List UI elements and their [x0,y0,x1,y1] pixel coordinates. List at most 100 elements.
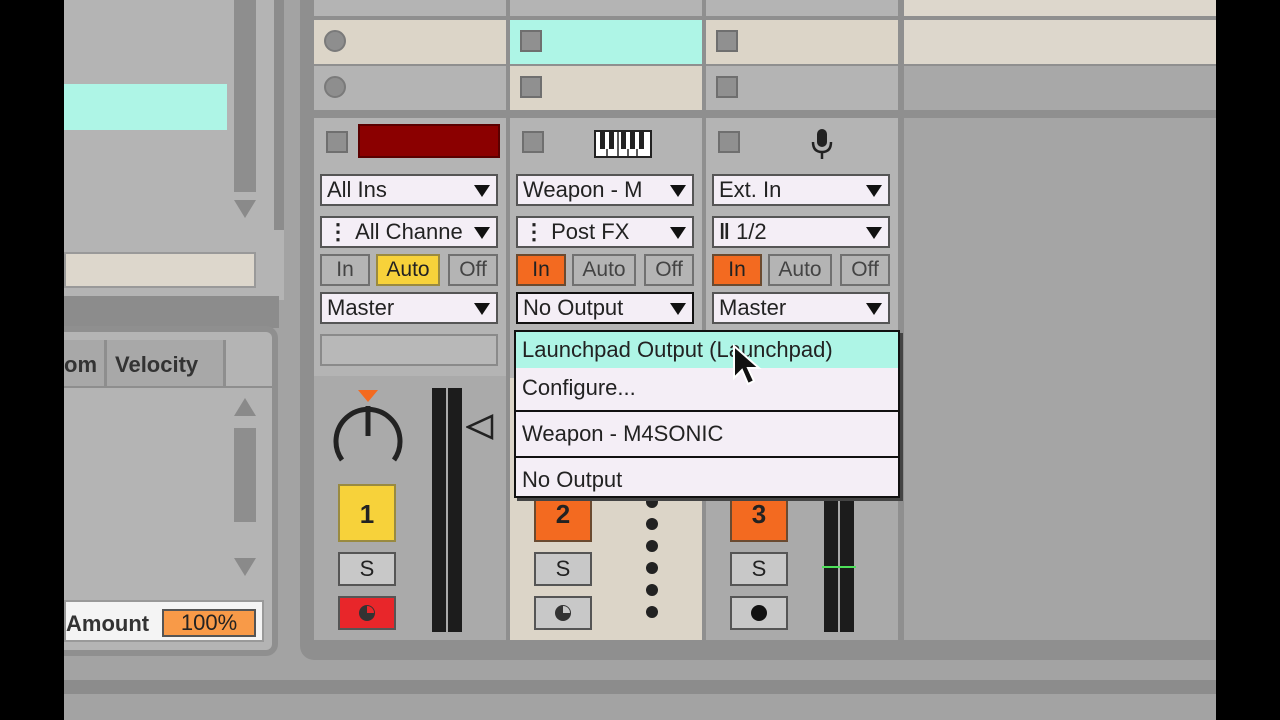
solo-label: S [555,556,571,581]
monitor-off-label: Off [851,258,879,281]
menu-item-label: Configure... [522,375,636,400]
browser-search-field[interactable] [64,252,256,288]
track-1-arm-button[interactable] [338,596,396,630]
track-1-output-dropdown[interactable]: Master [320,292,498,324]
column-header-velocity[interactable]: Velocity [104,340,226,388]
menu-separator [516,410,898,412]
track-3-input-channel-dropdown[interactable]: ǁ 1/2 [712,216,890,248]
amount-value: 100% [180,610,238,635]
clip-slot[interactable] [314,20,506,64]
monitor-auto-label: Auto [778,258,822,281]
track-1-strip: All Ins ⋮ All Channe In Auto Off Master … [314,118,506,640]
browser-selected-item[interactable] [64,84,227,130]
track-3-input-channel-label: 1/2 [736,219,767,244]
track-1-input-channel-dropdown[interactable]: ⋮ All Channe [320,216,498,248]
track-1-activator-button[interactable]: 1 [338,484,396,542]
track-3-monitor-off-button[interactable]: Off [840,254,890,286]
volume-pointer-icon[interactable] [466,414,494,440]
channel-grip-icon: ⋮ [523,219,552,244]
menu-item-weapon-m4sonic[interactable]: Weapon - M4SONIC [516,416,898,452]
track-1-solo-button[interactable]: S [338,552,396,586]
track-1-number: 1 [359,499,375,529]
clip-launch-square-icon[interactable] [520,76,542,98]
clip-launch-square-icon[interactable] [520,30,542,52]
browser-scrollbar[interactable] [234,0,256,192]
track-2-monitor-in-button[interactable]: In [516,254,566,286]
track-1-monitor-in-button[interactable]: In [320,254,370,286]
track-2-monitor-off-button[interactable]: Off [644,254,694,286]
clip-stop-button-icon[interactable] [324,76,346,98]
monitor-off-label: Off [459,258,487,281]
track-1-monitor-off-button[interactable]: Off [448,254,498,286]
track-3-input-type-dropdown[interactable]: Ext. In [712,174,890,206]
stereo-level-icon: ǁ [719,219,737,244]
clip-slot[interactable] [706,0,898,16]
microphone-icon [811,129,833,159]
track-3-stop-square-icon[interactable] [718,131,740,153]
amount-value-field[interactable]: 100% [162,609,256,637]
track-3-monitor-in-button[interactable]: In [712,254,762,286]
menu-item-label: No Output [522,467,623,492]
dropdown-arrow-icon [866,227,882,239]
clip-launch-square-icon[interactable] [716,76,738,98]
dropdown-arrow-icon [670,303,686,315]
menu-item-label: Weapon - M4SONIC [522,421,724,446]
scroll-down-arrow-icon-2[interactable] [234,558,256,576]
scene-row-selected[interactable] [904,20,1216,64]
track-1-stop-square-icon[interactable] [326,131,348,153]
track-3-meter-right [840,494,854,632]
track-3-solo-button[interactable]: S [730,552,788,586]
menu-item-launchpad-output[interactable]: Launchpad Output (Launchpad) [516,332,898,368]
dropdown-arrow-icon [866,303,882,315]
record-arm-icon [359,605,375,621]
clip-slot[interactable] [706,66,898,110]
track-1-title-bar[interactable] [358,124,500,158]
dropdown-arrow-icon [474,303,490,315]
track-2-meter-dots [646,496,658,618]
ableton-live-window: om Velocity Amount 100% All Ins ⋮ All Ch… [64,0,1216,720]
mouse-pointer-icon [733,344,762,386]
track-2-input-type-dropdown[interactable]: Weapon - M [516,174,694,206]
menu-item-no-output[interactable]: No Output [516,462,898,498]
track-2-output-label: No Output [523,295,624,320]
clip-slot[interactable] [510,0,702,16]
clip-stop-button-icon[interactable] [324,30,346,52]
dropdown-arrow-icon [866,185,882,197]
track-1-clip-slots [314,0,506,110]
menu-item-configure[interactable]: Configure... [516,370,898,406]
track-2-output-dropdown[interactable]: No Output [516,292,694,324]
dropdown-arrow-icon [474,227,490,239]
track-3-meter-left [824,494,838,632]
track-2-monitor-auto-button[interactable]: Auto [572,254,636,286]
record-arm-icon [555,605,571,621]
scroll-down-arrow-icon[interactable] [234,200,256,218]
track-1-output-channel-field[interactable] [320,334,498,366]
track-3-arm-button[interactable] [730,596,788,630]
clip-slot[interactable] [314,66,506,110]
track-3-output-dropdown[interactable]: Master [712,292,890,324]
column-header-om-label: om [64,352,97,377]
track-2-arm-button[interactable] [534,596,592,630]
track-2-solo-button[interactable]: S [534,552,592,586]
track-2-input-channel-dropdown[interactable]: ⋮ Post FX [516,216,694,248]
scene-row[interactable] [904,66,1216,110]
scroll-up-arrow-icon[interactable] [234,398,256,416]
track-3-monitor-auto-button[interactable]: Auto [768,254,832,286]
output-routing-menu: Launchpad Output (Launchpad) Configure..… [514,330,900,498]
monitor-auto-label: Auto [582,258,626,281]
track-2-stop-square-icon[interactable] [522,131,544,153]
track-1-meter-right [448,388,462,632]
column-header-velocity-label: Velocity [115,352,199,377]
pan-knob-icon[interactable] [328,384,408,474]
track-1-input-type-dropdown[interactable]: All Ins [320,174,498,206]
clip-slot[interactable] [510,66,702,110]
clip-slot[interactable] [706,20,898,64]
clip-slot-selected[interactable] [510,20,702,64]
device-scrollbar[interactable] [234,428,256,522]
clip-slot[interactable] [314,0,506,16]
track-1-monitor-auto-button[interactable]: Auto [376,254,440,286]
channel-grip-icon: ⋮ [327,219,356,244]
track-3-volume-marker[interactable] [822,566,856,568]
clip-launch-square-icon[interactable] [716,30,738,52]
record-arm-icon [751,605,767,621]
